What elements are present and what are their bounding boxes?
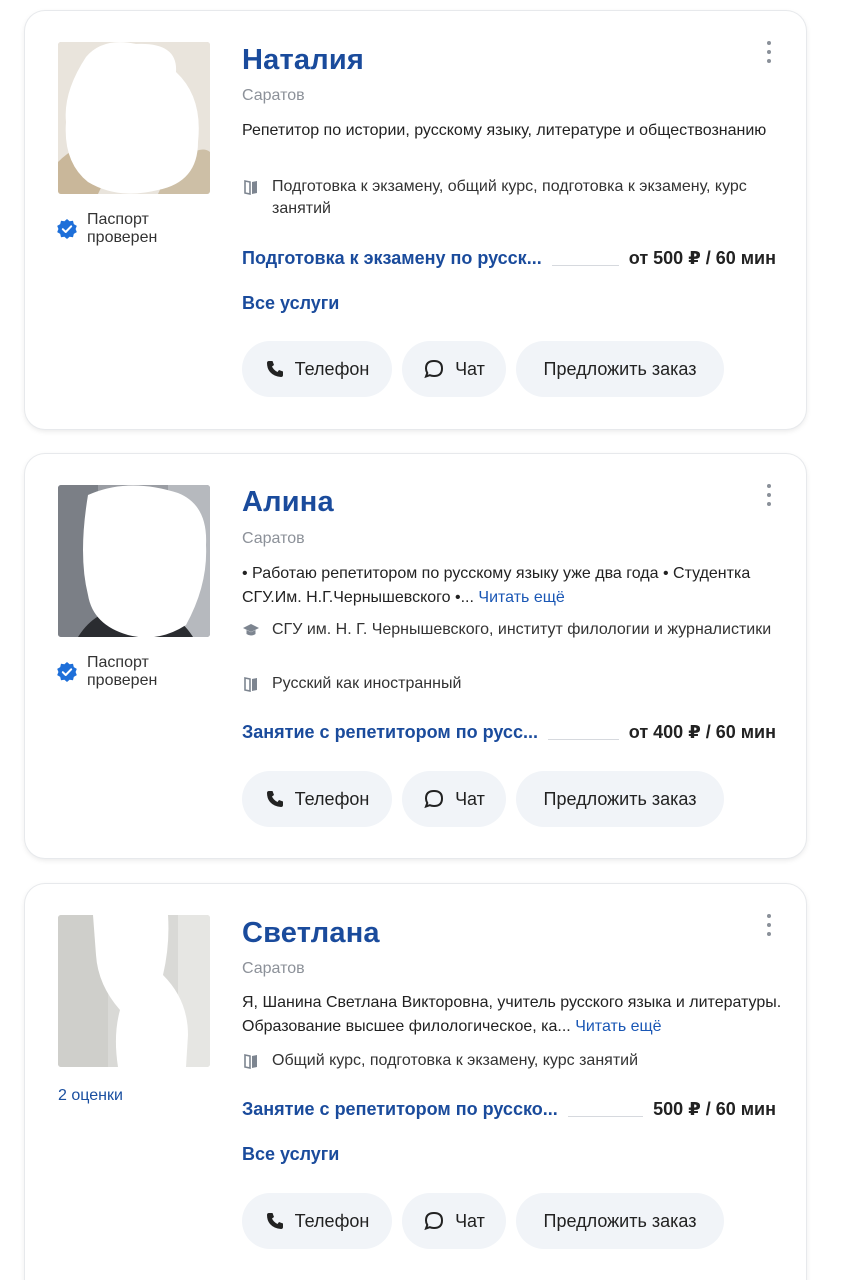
chat-button[interactable]: Чат [402,341,506,397]
tutor-name[interactable]: Наталия [242,44,364,77]
tutor-name[interactable]: Алина [242,486,334,519]
phone-button-label: Телефон [294,1210,370,1231]
offer-button-label: Предложить заказ [543,358,697,379]
action-buttons: Телефон Чат Предложить заказ [242,1193,734,1249]
service-name[interactable]: Подготовка к экзамену по русск... [242,248,542,269]
service-row[interactable]: Подготовка к экзамену по русск... от 500… [242,244,776,272]
offer-order-button[interactable]: Предложить заказ [516,1193,724,1249]
chat-button[interactable]: Чат [402,1193,506,1249]
info-row: Русский как иностранный [242,673,772,695]
avatar[interactable] [58,42,210,194]
tutor-card[interactable]: Паспорт проверен Алина Саратов • Работаю… [25,454,806,858]
tutor-card[interactable]: Паспорт проверен Наталия Саратов Репетит… [25,11,806,429]
info-row: Подготовка к экзамену, общий курс, подго… [242,176,772,220]
info-text: Подготовка к экзамену, общий курс, подго… [272,178,747,217]
badge-label: Паспорт проверен [87,211,158,246]
offer-order-button[interactable]: Предложить заказ [516,771,724,827]
service-name[interactable]: Занятие с репетитором по русско... [242,1099,558,1120]
avatar[interactable] [58,485,210,637]
offer-order-button[interactable]: Предложить заказ [516,341,724,397]
more-options-icon[interactable] [762,41,776,63]
action-buttons: Телефон Чат Предложить заказ [242,341,734,397]
chat-bubble-icon [424,1211,444,1231]
offer-button-label: Предложить заказ [543,1210,697,1231]
chat-button-label: Чат [455,358,485,379]
service-price: от 400 ₽ / 60 мин [628,721,776,742]
service-price: 500 ₽ / 60 мин [653,1098,776,1119]
dotted-leader [551,264,619,266]
book-icon [244,677,257,692]
chat-bubble-icon [424,789,444,809]
phone-button-label: Телефон [294,358,370,379]
more-options-icon[interactable] [762,484,776,506]
chat-button-label: Чат [455,788,485,809]
tutor-description: Репетитор по истории, русскому языку, ли… [242,122,767,139]
book-icon [244,1054,257,1069]
tutor-card[interactable]: 2 оценки Светлана Саратов Я, Шанина Свет… [25,884,806,1280]
phone-button[interactable]: Телефон [242,771,392,827]
tutor-name[interactable]: Светлана [242,917,380,950]
graduation-cap-icon [243,624,259,636]
tutor-city: Саратов [242,87,305,104]
more-options-icon[interactable] [762,914,776,936]
info-text: Общий курс, подготовка к экзамену, курс … [272,1052,639,1069]
description-text: Я, Шанина Светлана Викторовна, учитель р… [242,994,782,1035]
chat-bubble-icon [424,359,444,379]
info-row: СГУ им. Н. Г. Чернышевского, институт фи… [242,619,772,641]
read-more-link[interactable]: Читать ещё [478,589,564,606]
ratings-link[interactable]: 2 оценки [58,1087,123,1105]
read-more-link[interactable]: Читать ещё [575,1018,661,1035]
verified-check-icon [57,662,77,682]
phone-button-label: Телефон [294,788,370,809]
phone-button[interactable]: Телефон [242,1193,392,1249]
tutor-city: Саратов [242,530,305,547]
tutor-description: Я, Шанина Светлана Викторовна, учитель р… [242,991,782,1039]
phone-button[interactable]: Телефон [242,341,392,397]
chat-button-label: Чат [455,1210,485,1231]
tutor-description: • Работаю репетитором по русскому языку … [242,562,782,610]
chat-button[interactable]: Чат [402,771,506,827]
offer-button-label: Предложить заказ [543,788,697,809]
phone-icon [266,1213,283,1229]
service-row[interactable]: Занятие с репетитором по русско... 500 ₽… [242,1095,776,1123]
tutor-city: Саратов [242,960,305,977]
verified-check-icon [57,219,77,239]
info-row: Общий курс, подготовка к экзамену, курс … [242,1050,772,1072]
info-text: СГУ им. Н. Г. Чернышевского, институт фи… [272,621,772,638]
service-name[interactable]: Занятие с репетитором по русс... [242,722,538,743]
info-text: Русский как иностранный [272,675,462,692]
avatar[interactable] [58,915,210,1067]
all-services-link[interactable]: Все услуги [242,1144,339,1165]
service-row[interactable]: Занятие с репетитором по русс... от 400 … [242,718,776,746]
passport-verified-badge: Паспорт проверен [56,654,177,690]
action-buttons: Телефон Чат Предложить заказ [242,771,734,827]
dotted-leader [567,1115,644,1117]
all-services-link[interactable]: Все услуги [242,293,339,314]
book-icon [244,180,257,195]
badge-label: Паспорт проверен [87,654,158,689]
service-price: от 500 ₽ / 60 мин [628,247,776,268]
dotted-leader [547,738,619,740]
passport-verified-badge: Паспорт проверен [56,211,177,247]
phone-icon [266,791,283,807]
phone-icon [266,361,283,377]
